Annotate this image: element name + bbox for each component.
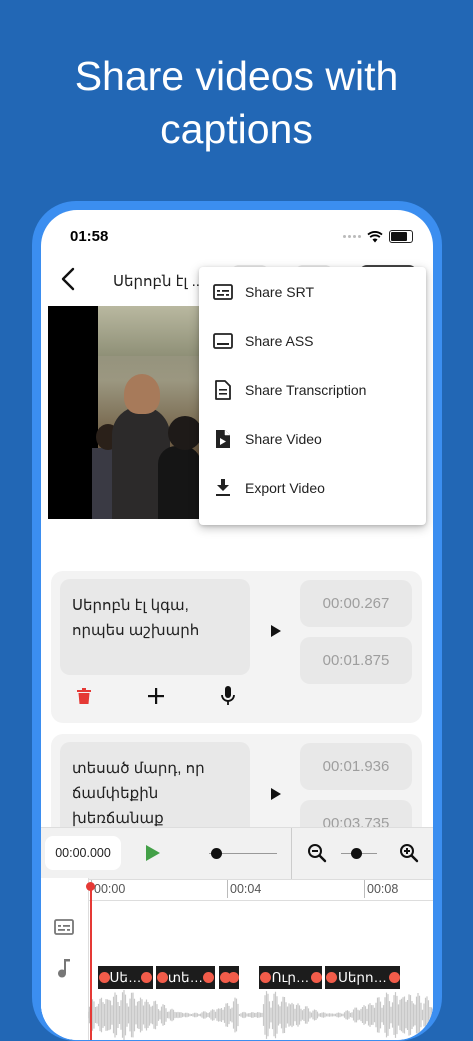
ruler-tick: [364, 880, 365, 898]
status-time: 01:58: [70, 228, 109, 245]
battery-icon: [389, 230, 413, 243]
caption-end-marker[interactable]: [311, 972, 322, 983]
caption-card: Սերոբն էլ կգա, որպես աշխարհ 00:00.267 00…: [51, 571, 422, 723]
menu-item-share-ass[interactable]: Share ASS: [199, 317, 426, 365]
toolbar-divider: [291, 828, 292, 879]
playhead[interactable]: [90, 884, 92, 1040]
subtitles-icon: [213, 282, 233, 302]
caption-start-time[interactable]: 00:00.267: [300, 580, 412, 627]
download-icon: [213, 478, 233, 498]
headline: Share videos with captions: [0, 50, 473, 156]
current-time-display: 00:00.000: [45, 836, 121, 870]
add-icon[interactable]: [146, 685, 166, 707]
project-title: Սերոբն էլ ...: [113, 273, 205, 290]
caption-start-marker[interactable]: [157, 972, 168, 983]
menu-item-export-video[interactable]: Export Video: [199, 464, 426, 512]
menu-item-label: Share Video: [245, 431, 322, 447]
video-player[interactable]: [48, 306, 201, 519]
menu-item-share-srt[interactable]: Share SRT: [199, 268, 426, 316]
caption-end-marker[interactable]: [228, 972, 239, 983]
ruler-label: 00:04: [230, 882, 262, 896]
caption-end-marker[interactable]: [141, 972, 152, 983]
play-caption-icon[interactable]: [271, 625, 281, 637]
status-icons: [343, 230, 413, 243]
menu-item-label: Share SRT: [245, 284, 314, 300]
ruler-tick: [227, 880, 228, 898]
editor-toolbar: 00:00.000: [41, 827, 433, 880]
caption-end-marker[interactable]: [203, 972, 214, 983]
delete-icon[interactable]: [74, 685, 94, 707]
caption-start-marker[interactable]: [260, 972, 271, 983]
play-icon[interactable]: [145, 844, 161, 862]
caption-start-time[interactable]: 00:01.936: [300, 743, 412, 790]
menu-item-label: Share Transcription: [245, 382, 367, 398]
video-file-icon: [213, 429, 233, 449]
zoom-out-icon[interactable]: [307, 843, 327, 863]
caption-start-marker[interactable]: [99, 972, 110, 983]
ruler-label: 00:08: [367, 882, 399, 896]
signal-icon: [343, 235, 361, 238]
caption-box-icon: [213, 331, 233, 351]
zoom-slider-knob[interactable]: [351, 848, 362, 859]
phone-screen: 01:58 Սերոբն էլ ... Սերոբն էլ կգա, որպես…: [41, 210, 433, 1040]
headline-line-1: Share videos with: [74, 53, 399, 99]
ruler-baseline: [88, 900, 433, 901]
track-labels: [41, 878, 89, 1040]
share-menu: Share SRT Share ASS Share Transcription …: [199, 267, 426, 525]
play-caption-icon[interactable]: [271, 788, 281, 800]
zoom-in-icon[interactable]: [399, 843, 419, 863]
timeline[interactable]: 00:00 00:04 00:08 Սե… տե… Ուր… Սերո…: [41, 878, 433, 1040]
caption-end-time[interactable]: 00:01.875: [300, 637, 412, 684]
video-frame: [92, 306, 201, 519]
timeline-editor: 00:00.000 00:00 00:04 00:08 Սե… տե… Ուր……: [41, 827, 433, 1040]
caption-text-line: Սերոբն էլ կգա,: [72, 597, 189, 614]
ruler-label: 00:00: [94, 882, 126, 896]
caption-text-line: ճամփեքին: [72, 785, 159, 802]
menu-item-share-video[interactable]: Share Video: [199, 415, 426, 463]
microphone-icon[interactable]: [218, 685, 238, 707]
menu-item-label: Share ASS: [245, 333, 314, 349]
headline-line-2: captions: [160, 106, 313, 152]
caption-text-field[interactable]: Սերոբն էլ կգա, որպես աշխարհ: [60, 579, 250, 675]
volume-slider-knob[interactable]: [211, 848, 222, 859]
menu-item-share-transcription[interactable]: Share Transcription: [199, 366, 426, 414]
back-icon[interactable]: [57, 266, 81, 292]
caption-start-marker[interactable]: [326, 972, 337, 983]
caption-end-marker[interactable]: [389, 972, 400, 983]
playhead-handle[interactable]: [86, 882, 95, 891]
caption-text-line: որպես աշխարհ: [72, 622, 200, 639]
document-icon: [213, 380, 233, 400]
menu-item-label: Export Video: [245, 480, 325, 496]
caption-text-line: տեսած մարդ, որ: [72, 760, 205, 777]
wifi-icon: [367, 230, 383, 242]
subtitles-track-icon: [54, 919, 74, 935]
music-note-icon: [58, 959, 70, 978]
audio-waveform[interactable]: [88, 990, 433, 1040]
